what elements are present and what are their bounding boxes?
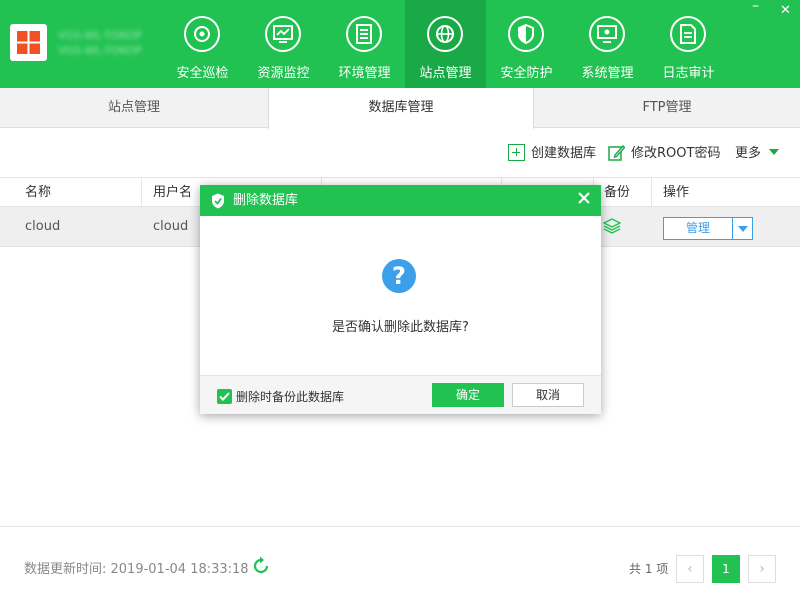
main-nav: 安全巡检 资源监控 环境管理 站点管理 安全防护 系统管理 日志审计 [162, 0, 729, 88]
nav-item-inspection[interactable]: 安全巡检 [162, 0, 243, 88]
cancel-button[interactable]: 取消 [512, 383, 584, 407]
footer-bar: 数据更新时间: 2019-01-04 18:33:18 共 1 项 ‹ 1 › [0, 526, 800, 600]
column-header-action: 操作 [663, 185, 690, 200]
minimize-button[interactable]: – [752, 0, 759, 14]
create-database-label: 创建数据库 [531, 146, 597, 161]
column-divider [141, 178, 142, 207]
nav-label: 系统管理 [581, 66, 634, 81]
server-name: VGS-WL-TOKOP [58, 29, 142, 42]
dialog-message: 是否确认删除此数据库? [332, 320, 469, 335]
cell-username: cloud [153, 219, 189, 234]
chevron-down-icon[interactable] [733, 218, 752, 239]
refresh-icon[interactable] [251, 556, 271, 580]
column-header-name[interactable]: 名称 [25, 178, 51, 207]
nav-label: 日志审计 [662, 66, 715, 81]
column-divider [651, 178, 652, 207]
system-icon [589, 16, 625, 52]
nav-label: 安全巡检 [176, 66, 229, 81]
close-icon[interactable] [577, 191, 591, 209]
change-root-password-label: 修改ROOT密码 [631, 146, 721, 161]
chevron-down-icon [769, 149, 780, 155]
nav-item-monitor[interactable]: 资源监控 [243, 0, 324, 88]
monitor-icon [265, 16, 301, 52]
server-address: VGS-WL-TOKOP [58, 44, 142, 57]
globe-icon [427, 16, 463, 52]
column-header-backup[interactable]: 备份 [604, 178, 630, 207]
windows-logo-icon [10, 24, 47, 61]
nav-item-system[interactable]: 系统管理 [567, 0, 648, 88]
app-header: VGS-WL-TOKOP VGS-WL-TOKOP 安全巡检 资源监控 环境管理 [0, 0, 800, 88]
dialog-footer: 删除时备份此数据库 确定 取消 [200, 375, 601, 414]
manage-split-button[interactable]: 管理 [663, 217, 753, 240]
more-label: 更多 [735, 146, 762, 161]
log-icon [670, 16, 706, 52]
inspect-icon [184, 16, 220, 52]
nav-label: 安全防护 [500, 66, 553, 81]
shield-logo-icon [211, 193, 225, 213]
nav-label: 环境管理 [338, 66, 391, 81]
edit-icon [608, 144, 626, 161]
nav-item-protection[interactable]: 安全防护 [486, 0, 567, 88]
column-header-username[interactable]: 用户名 [153, 178, 192, 207]
item-count: 共 1 项 [629, 562, 669, 576]
shield-icon [508, 16, 544, 52]
nav-item-environment[interactable]: 环境管理 [324, 0, 405, 88]
page-button-current[interactable]: 1 [712, 555, 740, 583]
layers-backup-icon[interactable] [602, 218, 622, 236]
confirm-button[interactable]: 确定 [432, 383, 504, 407]
nav-item-sites[interactable]: 站点管理 [405, 0, 486, 88]
tab-site-management[interactable]: 站点管理 [0, 88, 268, 128]
manage-button[interactable]: 管理 [664, 218, 733, 239]
close-window-button[interactable]: ✕ [780, 3, 791, 18]
prev-page-button[interactable]: ‹ [676, 555, 704, 583]
nav-item-logs[interactable]: 日志审计 [648, 0, 729, 88]
change-root-password-button[interactable]: 修改ROOT密码 [608, 143, 720, 167]
backup-checkbox-label[interactable]: 删除时备份此数据库 [236, 388, 344, 405]
update-time-text: 数据更新时间: 2019-01-04 18:33:18 [24, 562, 249, 577]
more-dropdown[interactable]: 更多 [735, 143, 780, 167]
nav-label: 站点管理 [419, 66, 472, 81]
backup-checkbox[interactable] [217, 389, 232, 404]
dialog-title: 删除数据库 [233, 193, 299, 208]
cell-name: cloud [25, 219, 61, 234]
plus-icon [508, 144, 525, 161]
server-info: VGS-WL-TOKOP VGS-WL-TOKOP [58, 28, 142, 58]
dialog-header: 删除数据库 [200, 185, 601, 216]
nav-label: 资源监控 [257, 66, 310, 81]
delete-database-dialog: 删除数据库 ? 是否确认删除此数据库? 删除时备份此数据库 确定 取消 [200, 185, 601, 414]
tab-database-management[interactable]: 数据库管理 [268, 88, 534, 129]
sub-tabs: 站点管理 数据库管理 FTP管理 [0, 88, 800, 129]
question-icon: ? [382, 259, 416, 293]
create-database-button[interactable]: 创建数据库 [508, 143, 596, 167]
tab-ftp-management[interactable]: FTP管理 [534, 88, 800, 128]
environment-icon [346, 16, 382, 52]
next-page-button[interactable]: › [748, 555, 776, 583]
